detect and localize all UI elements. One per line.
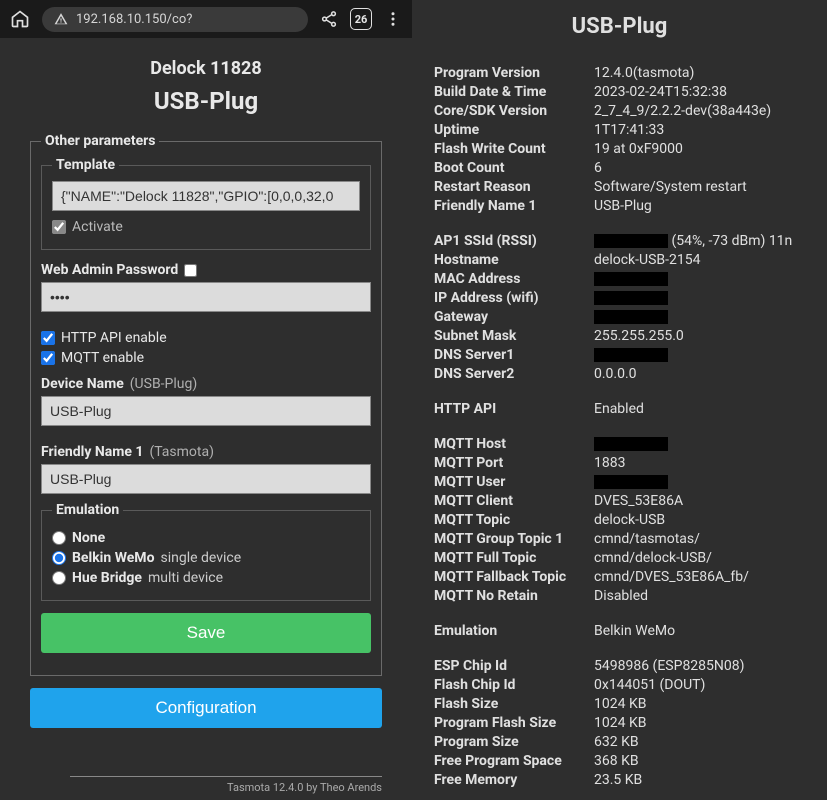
- other-params-legend: Other parameters: [41, 133, 159, 149]
- left-panel: 192.168.10.150/co? 26 Delock 11828 USB-P…: [0, 0, 412, 800]
- table-row: DNS Server20.0.0.0: [432, 364, 807, 383]
- warning-icon: [54, 12, 68, 26]
- table-row: Free Program Space368 KB: [432, 751, 807, 770]
- redacted-value: [594, 272, 668, 286]
- emulation-hue-radio[interactable]: [52, 571, 66, 585]
- table-row: MQTT No RetainDisabled: [432, 586, 807, 605]
- table-row: DNS Server1: [432, 345, 807, 364]
- emulation-fieldset: Emulation None Belkin WeMo single device…: [41, 502, 371, 601]
- activate-label: Activate: [72, 219, 123, 235]
- table-row: Gateway: [432, 307, 807, 326]
- share-icon[interactable]: [320, 10, 338, 28]
- info-title: USB-Plug: [432, 14, 807, 39]
- table-row: Hostnamedelock-USB-2154: [432, 250, 807, 269]
- table-row: MQTT Port1883: [432, 453, 807, 472]
- table-row: Flash Write Count19 at 0xF9000: [432, 139, 807, 158]
- table-row: ESP Chip Id5498986 (ESP8285N08): [432, 656, 807, 675]
- footer-divider: [70, 776, 382, 777]
- save-button[interactable]: Save: [41, 613, 371, 653]
- emulation-belkin-label: Belkin WeMo: [72, 550, 154, 566]
- emulation-none-radio[interactable]: [52, 531, 66, 545]
- template-input[interactable]: [52, 181, 360, 211]
- page-title: USB-Plug: [30, 87, 382, 115]
- url-bar[interactable]: 192.168.10.150/co?: [42, 7, 308, 32]
- table-row: MQTT Topicdelock-USB: [432, 510, 807, 529]
- other-params-fieldset: Other parameters Template Activate Web A…: [30, 133, 382, 676]
- table-row: MAC Address: [432, 269, 807, 288]
- info-table: Program Version12.4.0(tasmota)Build Date…: [432, 63, 807, 789]
- activate-checkbox[interactable]: [52, 220, 66, 234]
- emulation-none-label: None: [72, 530, 105, 546]
- table-row: AP1 SSId (RSSI) (54%, -73 dBm) 11n: [432, 231, 807, 250]
- http-api-label: HTTP API enable: [61, 330, 167, 346]
- table-row: MQTT Group Topic 1cmnd/tasmotas/: [432, 529, 807, 548]
- web-admin-label: Web Admin Password: [41, 262, 178, 278]
- browser-bar: 192.168.10.150/co? 26: [0, 0, 412, 38]
- table-row: IP Address (wifi): [432, 288, 807, 307]
- table-row: EmulationBelkin WeMo: [432, 621, 807, 640]
- emulation-belkin-radio[interactable]: [52, 551, 66, 565]
- redacted-value: [594, 234, 668, 248]
- friendly-name-input[interactable]: [41, 464, 371, 494]
- redacted-value: [594, 475, 668, 489]
- template-legend: Template: [52, 157, 119, 173]
- table-row: MQTT Fallback Topiccmnd/DVES_53E86A_fb/: [432, 567, 807, 586]
- table-row: Build Date & Time2023-02-24T15:32:38: [432, 82, 807, 101]
- table-row: Flash Size1024 KB: [432, 694, 807, 713]
- redacted-value: [594, 437, 668, 451]
- mqtt-checkbox[interactable]: [41, 351, 55, 365]
- emulation-legend: Emulation: [52, 502, 123, 518]
- table-row: HTTP APIEnabled: [432, 399, 807, 418]
- table-row: Friendly Name 1USB-Plug: [432, 196, 807, 215]
- table-row: MQTT ClientDVES_53E86A: [432, 491, 807, 510]
- emulation-belkin-suffix: single device: [160, 550, 241, 566]
- table-row: Program Flash Size1024 KB: [432, 713, 807, 732]
- redacted-value: [594, 291, 668, 305]
- device-name-hint: (USB-Plug): [130, 376, 197, 392]
- right-panel: USB-Plug Program Version12.4.0(tasmota)B…: [412, 0, 827, 800]
- brand-title: Delock 11828: [30, 58, 382, 79]
- emulation-hue-label: Hue Bridge: [72, 570, 142, 586]
- table-row: MQTT Full Topiccmnd/delock-USB/: [432, 548, 807, 567]
- page-content: Delock 11828 USB-Plug Other parameters T…: [0, 38, 412, 770]
- redacted-value: [594, 310, 668, 324]
- table-row: Flash Chip Id0x144051 (DOUT): [432, 675, 807, 694]
- footer-text: Tasmota 12.4.0 by Theo Arends: [0, 781, 412, 800]
- friendly-name-hint: (Tasmota): [149, 444, 214, 460]
- web-admin-input[interactable]: [41, 282, 371, 312]
- table-row: Core/SDK Version2_7_4_9/2.2.2-dev(38a443…: [432, 101, 807, 120]
- home-icon[interactable]: [10, 9, 30, 29]
- mqtt-label: MQTT enable: [61, 350, 144, 366]
- table-row: Subnet Mask255.255.255.0: [432, 326, 807, 345]
- template-fieldset: Template Activate: [41, 157, 371, 250]
- table-row: Program Size632 KB: [432, 732, 807, 751]
- redacted-value: [594, 348, 668, 362]
- web-admin-checkbox[interactable]: [184, 264, 197, 277]
- device-name-label: Device Name: [41, 376, 124, 392]
- table-row: Free Memory23.5 KB: [432, 770, 807, 789]
- kebab-menu-icon[interactable]: [384, 10, 402, 28]
- table-row: MQTT User: [432, 472, 807, 491]
- tabs-count-badge[interactable]: 26: [350, 8, 372, 30]
- table-row: Restart ReasonSoftware/System restart: [432, 177, 807, 196]
- friendly-name-label: Friendly Name 1: [41, 444, 143, 460]
- url-text: 192.168.10.150/co?: [76, 12, 192, 27]
- table-row: Program Version12.4.0(tasmota): [432, 63, 807, 82]
- table-row: Boot Count6: [432, 158, 807, 177]
- emulation-hue-suffix: multi device: [148, 570, 223, 586]
- http-api-checkbox[interactable]: [41, 331, 55, 345]
- device-name-input[interactable]: [41, 396, 371, 426]
- table-row: Uptime1T17:41:33: [432, 120, 807, 139]
- table-row: MQTT Host: [432, 434, 807, 453]
- configuration-button[interactable]: Configuration: [30, 688, 382, 728]
